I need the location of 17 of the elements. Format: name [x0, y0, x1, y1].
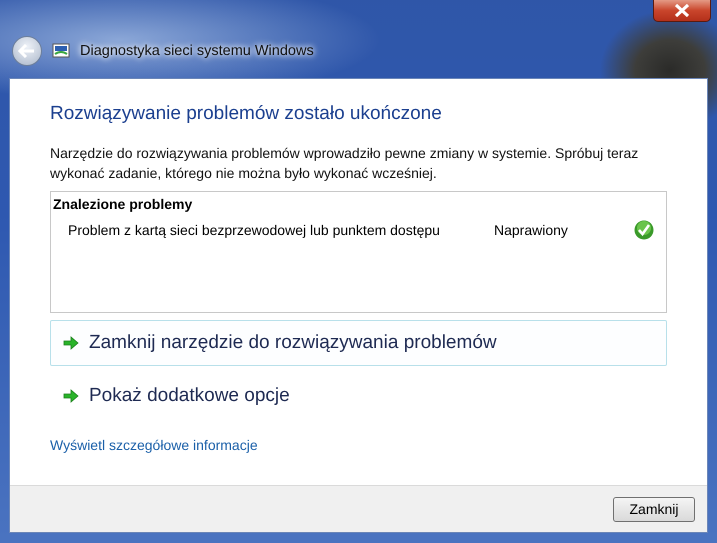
arrow-icon: [63, 336, 79, 350]
command-link[interactable]: Zamknij narzędzie do rozwiązywania problemów: [50, 320, 667, 366]
details-link[interactable]: Wyświetl szczegółowe informacje: [50, 437, 258, 453]
close-dialog-button[interactable]: Zamknij: [613, 496, 695, 522]
back-arrow-icon: [18, 44, 36, 58]
network-icon: [52, 43, 70, 59]
problem-name: Problem z kartą sieci bezprzewodowej lub punktem dostępu: [68, 222, 441, 238]
panel-title: Znalezione problemy: [52, 196, 192, 212]
back-button[interactable]: [12, 36, 42, 66]
problem-status: Naprawiony: [494, 222, 569, 238]
arrow-icon: [63, 389, 79, 403]
close-icon: [674, 4, 690, 17]
page-heading: Rozwiązywanie problemów zostało ukończone: [50, 103, 443, 125]
window-title: Diagnostyka sieci systemu Windows: [80, 43, 314, 59]
close-button[interactable]: [653, 0, 711, 22]
description-text: Narzędzie do rozwiązywania problemów wprowadziło pewne zmiany w systemie. Spróbuj teraz wykonać zadanie, którego nie można było wykonać wcześniej.: [50, 144, 640, 183]
command-link[interactable]: Pokaż dodatkowe opcje: [50, 373, 667, 419]
